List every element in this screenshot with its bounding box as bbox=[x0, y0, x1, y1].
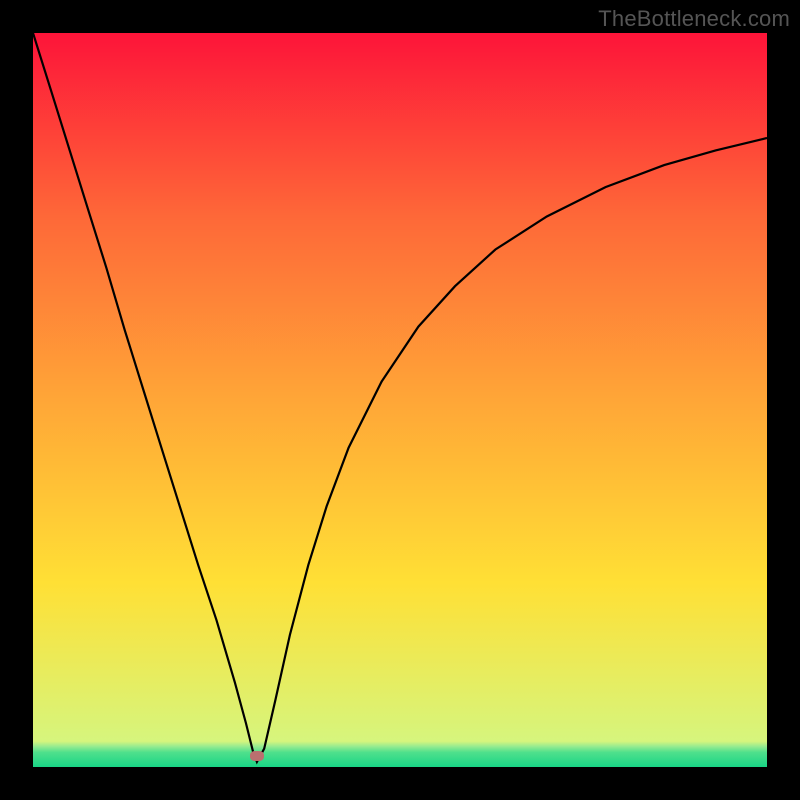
bottleneck-curve bbox=[33, 33, 767, 762]
watermark-text: TheBottleneck.com bbox=[598, 6, 790, 32]
chart-frame: TheBottleneck.com bbox=[0, 0, 800, 800]
curve-layer bbox=[33, 33, 767, 767]
plot-area bbox=[33, 33, 767, 767]
minimum-marker bbox=[250, 751, 264, 761]
